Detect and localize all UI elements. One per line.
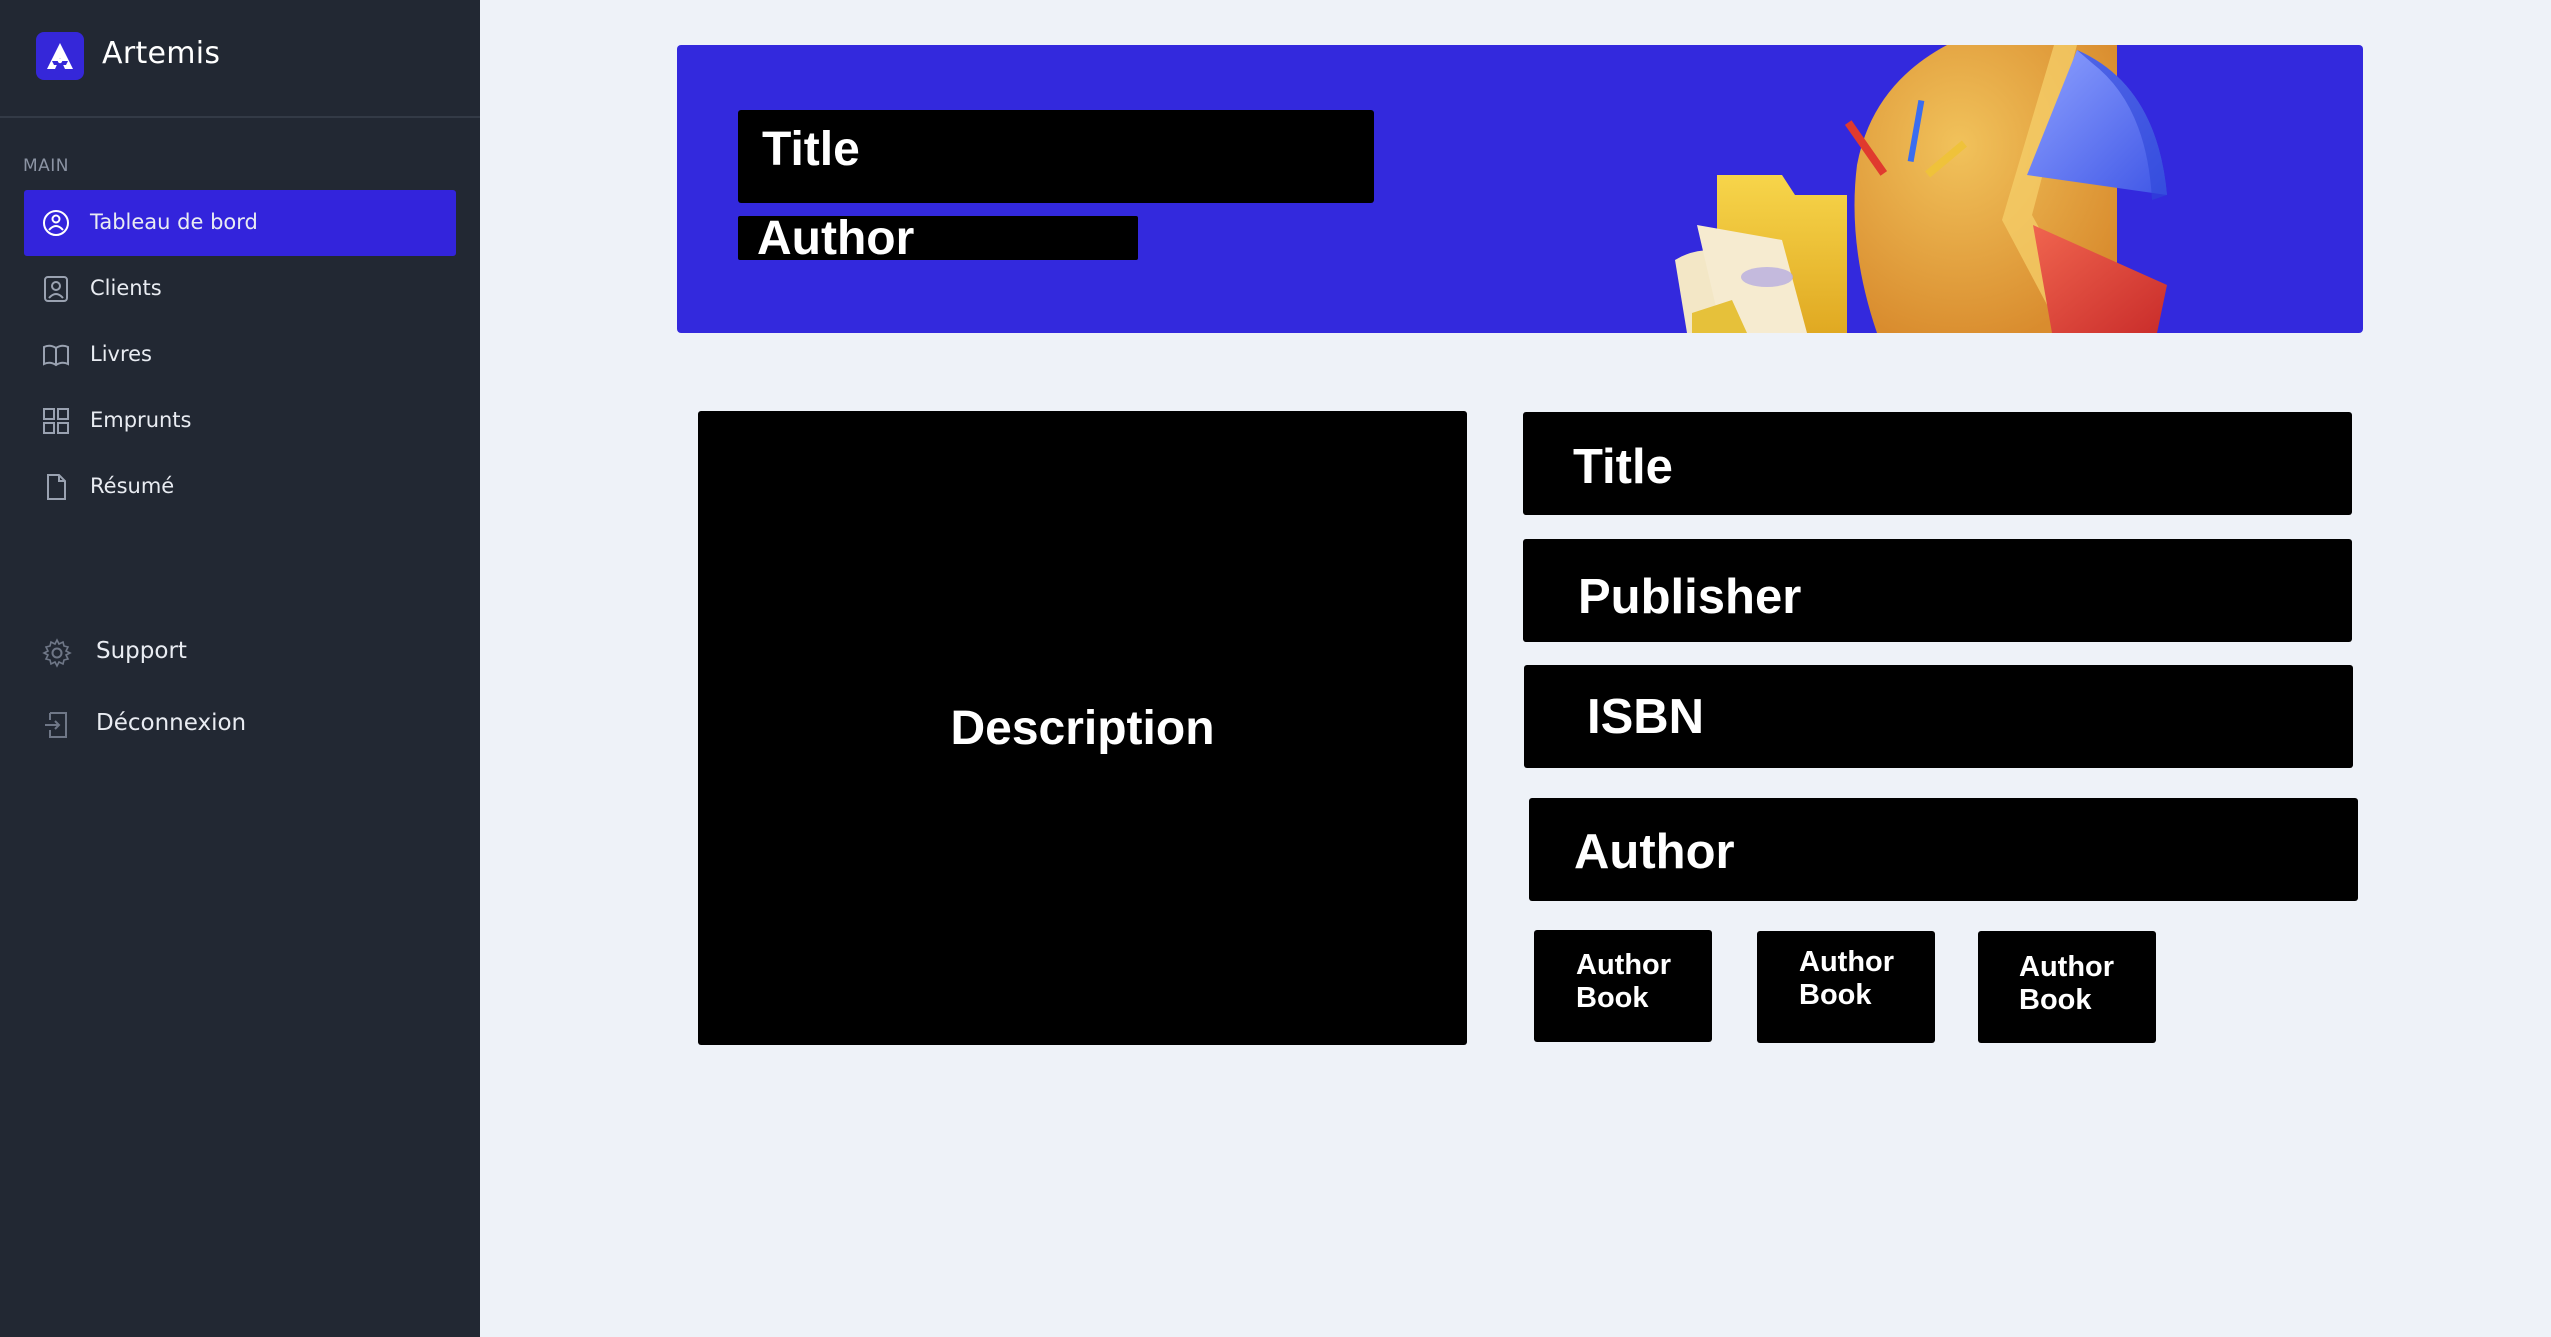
publisher-field: Publisher: [1523, 539, 2352, 642]
author-book-line1: Author: [2019, 951, 2115, 983]
sidebar: Artemis MAIN Tableau de bord Clients Liv…: [0, 0, 480, 1337]
hero-banner: Title Author: [677, 45, 2363, 333]
user-icon: [44, 276, 68, 302]
author-book-card[interactable]: Author Book: [1978, 931, 2156, 1043]
sidebar-item-label: Déconnexion: [96, 710, 247, 736]
brand[interactable]: Artemis: [0, 0, 480, 118]
app-name: Artemis: [102, 36, 221, 71]
author-book-line1: Author: [1799, 946, 1895, 978]
author-field: Author: [1529, 798, 2358, 901]
author-label: Author: [1574, 825, 1735, 879]
title-label: Title: [1573, 440, 1673, 494]
section-label-main: MAIN: [23, 156, 70, 176]
artemis-logo-icon: [36, 32, 84, 80]
document-icon: [47, 474, 66, 500]
isbn-field: ISBN: [1524, 665, 2353, 768]
sidebar-item-label: Support: [96, 638, 187, 664]
sidebar-item-tableau-de-bord[interactable]: Tableau de bord: [24, 190, 456, 256]
gear-icon: [42, 638, 72, 668]
grid-icon: [43, 408, 69, 434]
book-icon: [43, 344, 69, 367]
description-box: Description: [698, 411, 1467, 1045]
isbn-label: ISBN: [1587, 690, 1705, 744]
author-book-line1: Author: [1576, 949, 1672, 981]
author-book-line2: Book: [1799, 979, 1872, 1011]
app-root: Artemis MAIN Tableau de bord Clients Liv…: [0, 0, 2551, 1337]
description-label: Description: [950, 701, 1215, 755]
banner-title: Title: [738, 110, 1374, 203]
sidebar-item-label: Clients: [90, 276, 162, 300]
sidebar-item-emprunts[interactable]: Emprunts: [24, 388, 456, 454]
author-book-card[interactable]: Author Book: [1757, 931, 1935, 1043]
sidebar-item-label: Résumé: [90, 474, 175, 498]
sidebar-item-deconnexion[interactable]: Déconnexion: [36, 698, 456, 750]
sidebar-item-label: Emprunts: [90, 408, 192, 432]
author-book-line2: Book: [2019, 984, 2092, 1016]
sidebar-item-label: Livres: [90, 342, 152, 366]
title-field: Title: [1523, 412, 2352, 515]
sidebar-item-clients[interactable]: Clients: [24, 256, 456, 322]
dashboard-icon: [43, 210, 69, 236]
sidebar-item-livres[interactable]: Livres: [24, 322, 456, 388]
sidebar-item-label: Tableau de bord: [90, 210, 258, 234]
sidebar-item-resume[interactable]: Résumé: [24, 454, 456, 520]
author-book-line2: Book: [1576, 982, 1649, 1014]
logout-icon: [45, 712, 67, 738]
author-book-card[interactable]: Author Book: [1534, 930, 1712, 1042]
sidebar-item-support[interactable]: Support: [36, 626, 456, 678]
banner-author: Author: [738, 216, 1138, 260]
publisher-label: Publisher: [1578, 570, 1802, 624]
analytics-illustration-icon: [1675, 45, 2167, 333]
